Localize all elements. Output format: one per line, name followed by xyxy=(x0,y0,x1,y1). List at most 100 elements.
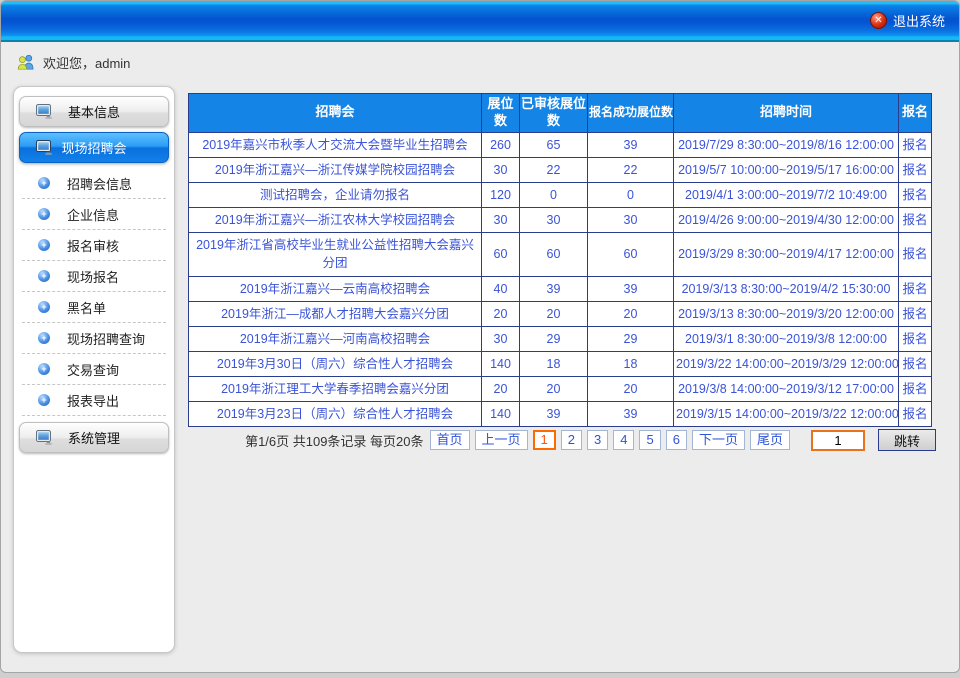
sidebar-item-onsite-query[interactable]: + 现场招聘查询 xyxy=(22,323,166,354)
signup-link[interactable]: 报名 xyxy=(899,132,932,157)
jobfair-name-link[interactable]: 2019年浙江嘉兴—浙江农林大学校园招聘会 xyxy=(189,208,482,233)
approved-count: 29 xyxy=(520,326,588,351)
page-jump-input[interactable] xyxy=(811,430,865,451)
booths-count: 20 xyxy=(482,377,520,402)
sidebar-item-system-management[interactable]: 系统管理 xyxy=(19,422,169,453)
sidebar-item-basic-info[interactable]: 基本信息 xyxy=(19,96,169,127)
sidebar-item-label: 黑名单 xyxy=(67,298,106,317)
plus-orb-icon: + xyxy=(38,270,50,282)
recruit-time: 2019/4/1 3:00:00~2019/7/2 10:49:00 xyxy=(674,183,899,208)
approved-count: 22 xyxy=(520,157,588,182)
jobfair-name-link[interactable]: 2019年浙江嘉兴—云南高校招聘会 xyxy=(189,276,482,301)
booths-count: 140 xyxy=(482,402,520,427)
sidebar-item-label: 招聘会信息 xyxy=(67,174,132,193)
signup-link[interactable]: 报名 xyxy=(899,233,932,276)
success-count: 20 xyxy=(588,301,674,326)
signup-link[interactable]: 报名 xyxy=(899,301,932,326)
next-page-button[interactable]: 下一页 xyxy=(692,430,745,450)
jobfair-name-link[interactable]: 测试招聘会，企业请勿报名 xyxy=(189,183,482,208)
signup-link[interactable]: 报名 xyxy=(899,351,932,376)
sidebar-item-label: 现场招聘查询 xyxy=(67,329,145,348)
approved-count: 60 xyxy=(520,233,588,276)
main-content: 招聘会 展位数 已审核展位数 报名成功展位数 招聘时间 报名 2019年嘉兴市秋… xyxy=(188,93,936,427)
page-number-1-current[interactable]: 1 xyxy=(533,430,556,450)
jobfair-name-link[interactable]: 2019年浙江省高校毕业生就业公益性招聘大会嘉兴分团 xyxy=(189,233,482,276)
signup-link[interactable]: 报名 xyxy=(899,326,932,351)
booths-count: 40 xyxy=(482,276,520,301)
plus-orb-icon: + xyxy=(38,394,50,406)
sidebar-item-label: 系统管理 xyxy=(68,428,120,447)
jobfair-table: 招聘会 展位数 已审核展位数 报名成功展位数 招聘时间 报名 2019年嘉兴市秋… xyxy=(188,93,932,427)
signup-link[interactable]: 报名 xyxy=(899,157,932,182)
jobfair-name-link[interactable]: 2019年嘉兴市秋季人才交流大会暨毕业生招聘会 xyxy=(189,132,482,157)
table-row: 2019年嘉兴市秋季人才交流大会暨毕业生招聘会 260 65 39 2019/7… xyxy=(189,132,932,157)
success-count: 30 xyxy=(588,208,674,233)
table-row: 2019年浙江省高校毕业生就业公益性招聘大会嘉兴分团 60 60 60 2019… xyxy=(189,233,932,276)
first-page-button[interactable]: 首页 xyxy=(430,430,470,450)
sidebar-item-label: 基本信息 xyxy=(68,102,120,121)
sidebar-item-onsite-signup[interactable]: + 现场报名 xyxy=(22,261,166,292)
jobfair-name-link[interactable]: 2019年浙江嘉兴—浙江传媒学院校园招聘会 xyxy=(189,157,482,182)
jobfair-name-link[interactable]: 2019年浙江—成都人才招聘大会嘉兴分团 xyxy=(189,301,482,326)
jobfair-name-link[interactable]: 2019年3月23日（周六）综合性人才招聘会 xyxy=(189,402,482,427)
booths-count: 20 xyxy=(482,301,520,326)
success-count: 18 xyxy=(588,351,674,376)
last-page-button[interactable]: 尾页 xyxy=(750,430,790,450)
monitor-icon xyxy=(36,104,53,123)
plus-orb-icon: + xyxy=(38,208,50,220)
page-jump-button[interactable]: 跳转 xyxy=(878,429,936,451)
table-row: 2019年浙江嘉兴—浙江传媒学院校园招聘会 30 22 22 2019/5/7 … xyxy=(189,157,932,182)
welcome-text: 欢迎您，admin xyxy=(43,53,130,72)
welcome-bar: 欢迎您，admin xyxy=(1,44,959,80)
recruit-time: 2019/3/13 8:30:00~2019/4/2 15:30:00 xyxy=(674,276,899,301)
sidebar-item-transaction-query[interactable]: + 交易查询 xyxy=(22,354,166,385)
users-icon xyxy=(17,54,35,70)
jobfair-name-link[interactable]: 2019年浙江理工大学春季招聘会嘉兴分团 xyxy=(189,377,482,402)
sidebar-item-blacklist[interactable]: + 黑名单 xyxy=(22,292,166,323)
sidebar-item-company-info[interactable]: + 企业信息 xyxy=(22,199,166,230)
recruit-time: 2019/3/29 8:30:00~2019/4/17 12:00:00 xyxy=(674,233,899,276)
signup-link[interactable]: 报名 xyxy=(899,377,932,402)
approved-count: 20 xyxy=(520,377,588,402)
success-count: 39 xyxy=(588,402,674,427)
jobfair-name-link[interactable]: 2019年3月30日（周六）综合性人才招聘会 xyxy=(189,351,482,376)
signup-link[interactable]: 报名 xyxy=(899,402,932,427)
signup-link[interactable]: 报名 xyxy=(899,208,932,233)
sidebar-item-report-export[interactable]: + 报表导出 xyxy=(22,385,166,416)
sidebar-item-label: 现场报名 xyxy=(67,267,119,286)
col-header-booths: 展位数 xyxy=(482,94,520,133)
page-number-3[interactable]: 3 xyxy=(587,430,608,450)
logout-x-icon: ✕ xyxy=(870,12,887,29)
page-number-2[interactable]: 2 xyxy=(561,430,582,450)
sidebar-item-label: 报表导出 xyxy=(67,391,119,410)
table-header-row: 招聘会 展位数 已审核展位数 报名成功展位数 招聘时间 报名 xyxy=(189,94,932,133)
success-count: 20 xyxy=(588,377,674,402)
sidebar-item-onsite-jobfair[interactable]: 现场招聘会 xyxy=(19,132,169,163)
sidebar-item-jobfair-info[interactable]: + 招聘会信息 xyxy=(22,168,166,199)
logout-button[interactable]: ✕ 退出系统 xyxy=(870,11,945,30)
sidebar-item-signup-review[interactable]: + 报名审核 xyxy=(22,230,166,261)
table-row: 2019年浙江嘉兴—浙江农林大学校园招聘会 30 30 30 2019/4/26… xyxy=(189,208,932,233)
col-header-action: 报名 xyxy=(899,94,932,133)
page-number-4[interactable]: 4 xyxy=(613,430,634,450)
plus-orb-icon: + xyxy=(38,363,50,375)
booths-count: 120 xyxy=(482,183,520,208)
approved-count: 18 xyxy=(520,351,588,376)
plus-orb-icon: + xyxy=(38,177,50,189)
table-row: 2019年浙江嘉兴—河南高校招聘会 30 29 29 2019/3/1 8:30… xyxy=(189,326,932,351)
signup-link[interactable]: 报名 xyxy=(899,276,932,301)
success-count: 29 xyxy=(588,326,674,351)
approved-count: 65 xyxy=(520,132,588,157)
col-header-time: 招聘时间 xyxy=(674,94,899,133)
approved-count: 20 xyxy=(520,301,588,326)
monitor-icon xyxy=(36,140,53,159)
page-number-5[interactable]: 5 xyxy=(639,430,660,450)
app-window: ✕ 退出系统 欢迎您，admin xyxy=(0,0,960,673)
table-row: 2019年3月30日（周六）综合性人才招聘会 140 18 18 2019/3/… xyxy=(189,351,932,376)
page-number-6[interactable]: 6 xyxy=(666,430,687,450)
signup-link[interactable]: 报名 xyxy=(899,183,932,208)
prev-page-button[interactable]: 上一页 xyxy=(475,430,528,450)
recruit-time: 2019/7/29 8:30:00~2019/8/16 12:00:00 xyxy=(674,132,899,157)
jobfair-name-link[interactable]: 2019年浙江嘉兴—河南高校招聘会 xyxy=(189,326,482,351)
approved-count: 39 xyxy=(520,276,588,301)
